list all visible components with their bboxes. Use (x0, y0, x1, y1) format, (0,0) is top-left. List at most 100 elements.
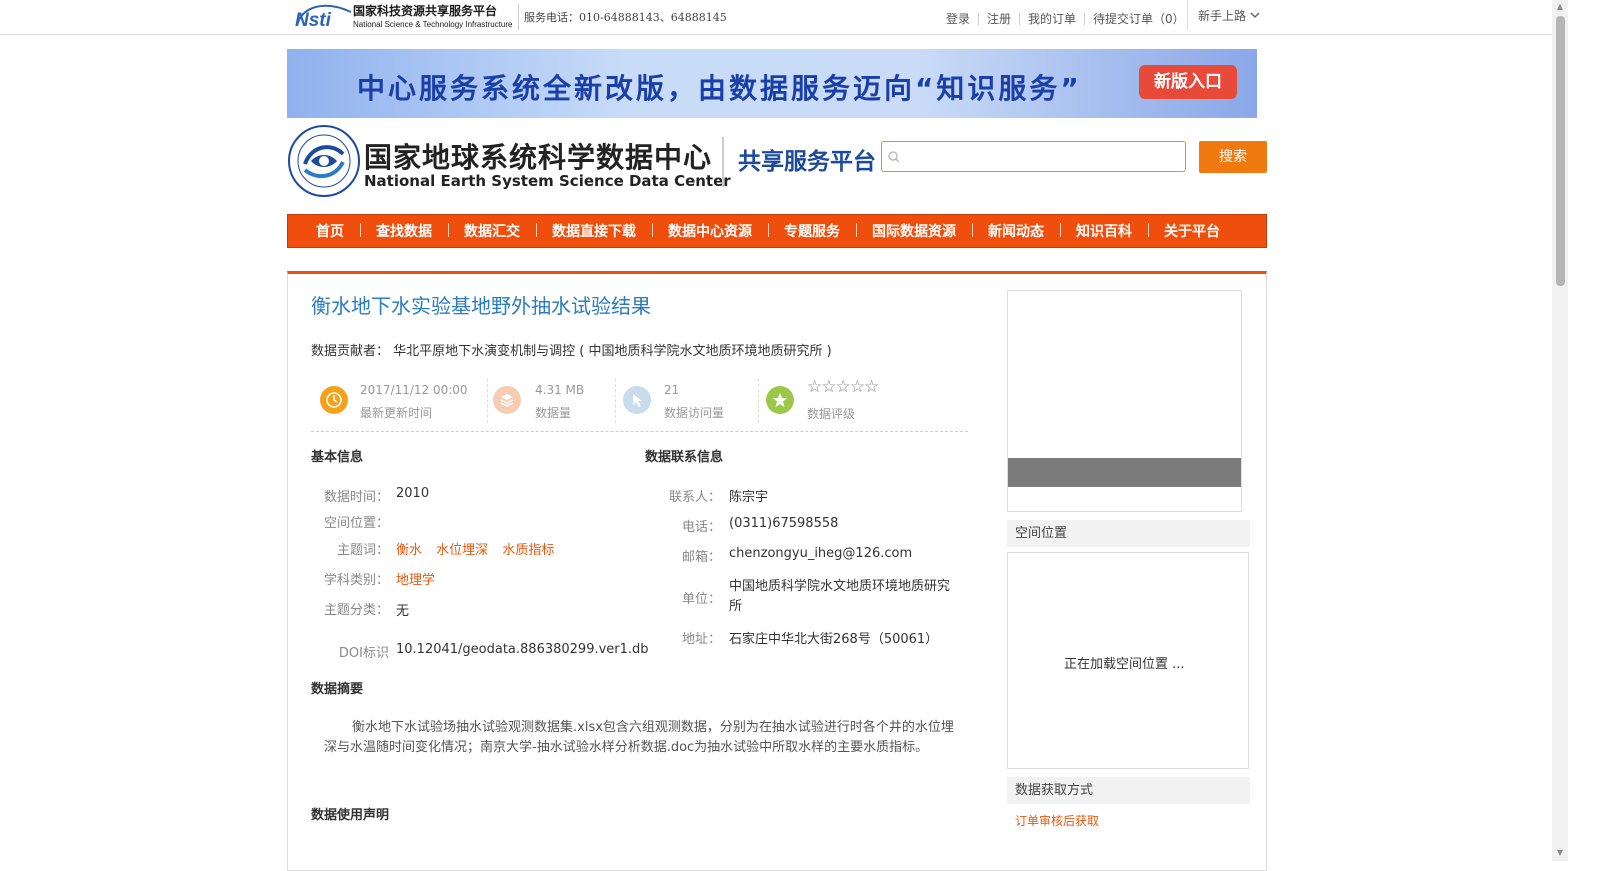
nav-about[interactable]: 关于平台 (1148, 221, 1236, 241)
platform-name: 共享服务平台 (722, 137, 876, 187)
basic-info-heading: 基本信息 (311, 450, 364, 465)
contributor-label: 数据贡献者： (311, 344, 390, 359)
nav-direct-download[interactable]: 数据直接下载 (536, 221, 652, 241)
data-center-logo[interactable] (287, 124, 361, 198)
keyword-tag[interactable]: 水位埋深 (436, 543, 488, 558)
data-center-english-name: National Earth System Science Data Cente… (364, 172, 731, 190)
newbie-guide-dropdown[interactable]: 新手上路 (1187, 0, 1270, 30)
doi-value: 10.12041/geodata.886380299.ver1.db (396, 642, 649, 657)
scrollbar-thumb[interactable] (1556, 16, 1565, 286)
nsti-logo-icon: Nsti 国家科技资源共享服务平台 National Science & Tec… (295, 3, 513, 30)
abstract-text: 衡水地下水试验场抽水试验观测数据集.xlsx包含六组观测数据，分别为在抽水试验进… (324, 720, 954, 755)
nav-home[interactable]: 首页 (300, 221, 360, 241)
scroll-down-arrow-icon[interactable]: ▼ (1553, 846, 1567, 860)
topic-category-label: 主题分类： (323, 603, 389, 618)
email-value[interactable]: chenzongyu_iheg@126.com (729, 546, 912, 561)
top-links: 登录 注册 我的订单 待提交订单（0） (946, 10, 1185, 27)
updated-value: 2017/11/12 00:00 (360, 383, 468, 397)
main-navigation: 首页 查找数据 数据汇交 数据直接下载 数据中心资源 专题服务 国际数据资源 新… (287, 214, 1267, 248)
discipline-link[interactable]: 地理学 (396, 573, 435, 588)
search-icon (887, 150, 901, 164)
pointer-icon (623, 386, 651, 414)
stat-updated: 2017/11/12 00:00 最新更新时间 (320, 377, 480, 423)
email-label: 邮箱： (681, 550, 721, 565)
acquisition-method-link[interactable]: 订单审核后获取 (1015, 812, 1099, 829)
spatial-location-heading: 空间位置 (1007, 520, 1250, 547)
top-bar: Nsti 国家科技资源共享服务平台 National Science & Tec… (0, 0, 1552, 35)
phone-label: 电话： (681, 520, 721, 535)
phone-value: (0311)67598558 (729, 516, 839, 531)
my-orders-link[interactable]: 我的订单 (1028, 10, 1076, 27)
svg-text:国家科技资源共享服务平台: 国家科技资源共享服务平台 (353, 3, 497, 18)
link-divider (1019, 12, 1021, 25)
login-link[interactable]: 登录 (946, 10, 970, 27)
clock-icon (320, 386, 348, 414)
thumbnail-caption-bar (1008, 458, 1241, 487)
usage-statement-heading: 数据使用声明 (311, 808, 390, 823)
new-version-button[interactable]: 新版入口 (1139, 65, 1237, 99)
stat-divider (487, 379, 489, 423)
nsti-mark: Nsti (295, 10, 332, 30)
size-label: 数据量 (535, 406, 572, 420)
nav-knowledge-wiki[interactable]: 知识百科 (1060, 221, 1148, 241)
discipline-value: 地理学 (396, 569, 445, 588)
search-button[interactable]: 搜索 (1199, 141, 1267, 173)
unit-value: 中国地质科学院水文地质环境地质研究所 (729, 579, 951, 614)
search-input[interactable] (881, 141, 1186, 172)
svg-text:National Science & Technology: National Science & Technology Infrastruc… (353, 20, 513, 29)
unit-label: 单位： (681, 592, 721, 607)
link-divider (978, 12, 980, 25)
data-time-label: 数据时间： (323, 490, 389, 505)
newbie-label: 新手上路 (1198, 8, 1247, 23)
contact-person-value: 陈宗宇 (729, 490, 769, 505)
star-badge-icon (766, 386, 794, 414)
chevron-down-icon (1250, 12, 1260, 19)
contact-info-heading: 数据联系信息 (645, 450, 724, 465)
nsti-logo[interactable]: Nsti 国家科技资源共享服务平台 National Science & Tec… (295, 2, 517, 30)
address-label: 地址： (681, 632, 721, 647)
contact-person-label: 联系人： (668, 490, 721, 505)
data-center-emblem-icon (288, 125, 360, 197)
register-link[interactable]: 注册 (987, 10, 1011, 27)
doi-label: DOI标识 (338, 646, 389, 661)
spatial-location-label: 空间位置： (323, 516, 389, 531)
map-loading-text: 正在加载空间位置 ... (1064, 657, 1185, 672)
rating-label: 数据评级 (807, 407, 856, 421)
rating-stars-icon[interactable]: ☆☆☆☆☆ (807, 377, 879, 397)
banner-text: 中心服务系统全新改版，由数据服务迈向“知识服务” (357, 72, 1082, 105)
pending-orders-link[interactable]: 待提交订单（0） (1093, 10, 1185, 27)
keyword-tag[interactable]: 水质指标 (502, 543, 554, 558)
nav-international-resources[interactable]: 国际数据资源 (856, 221, 972, 241)
dataset-title: 衡水地下水实验基地野外抽水试验结果 (311, 294, 651, 318)
visits-value: 21 (664, 383, 680, 397)
scroll-up-arrow-icon[interactable]: ▲ (1553, 0, 1567, 14)
nav-data-submission[interactable]: 数据汇交 (448, 221, 536, 241)
service-hotline: 服务电话：010-64888143、64888145 (524, 11, 727, 24)
link-divider (1084, 12, 1086, 25)
size-value: 4.31 MB (535, 383, 585, 397)
top-divider (518, 4, 519, 30)
discipline-label: 学科类别： (323, 573, 389, 588)
nav-news[interactable]: 新闻动态 (972, 221, 1060, 241)
contributor-value: 华北平原地下水演变机制与调控 ( 中国地质科学院水文地质环境地质研究所 ) (393, 344, 832, 359)
acquisition-method-heading: 数据获取方式 (1007, 777, 1250, 804)
keyword-tag[interactable]: 衡水 (396, 543, 422, 558)
nav-topic-services[interactable]: 专题服务 (768, 221, 856, 241)
dataset-stats: 2017/11/12 00:00 最新更新时间 4.31 MB 数据量 21 数… (311, 377, 968, 432)
nav-find-data[interactable]: 查找数据 (360, 221, 448, 241)
nav-center-resources[interactable]: 数据中心资源 (652, 221, 768, 241)
stat-rating: ☆☆☆☆☆ 数据评级 (766, 377, 916, 423)
topic-category-value: 无 (396, 604, 410, 619)
keywords-list: 衡水 水位埋深 水质指标 (396, 539, 564, 558)
stat-divider (615, 379, 617, 423)
data-center-name: 国家地球系统科学数据中心 (364, 141, 713, 174)
visits-label: 数据访问量 (664, 406, 725, 420)
layers-icon (493, 386, 521, 414)
address-value: 石家庄中华北大街268号（50061） (729, 632, 939, 647)
updated-label: 最新更新时间 (360, 406, 433, 420)
stat-divider (758, 379, 760, 423)
dataset-contributor: 数据贡献者： 华北平原地下水演变机制与调控 ( 中国地质科学院水文地质环境地质研… (311, 340, 832, 359)
announcement-banner[interactable]: 中心服务系统全新改版，由数据服务迈向“知识服务” 新版入口 (287, 49, 1257, 118)
stat-visits: 21 数据访问量 (623, 377, 753, 423)
abstract-heading: 数据摘要 (311, 682, 364, 697)
